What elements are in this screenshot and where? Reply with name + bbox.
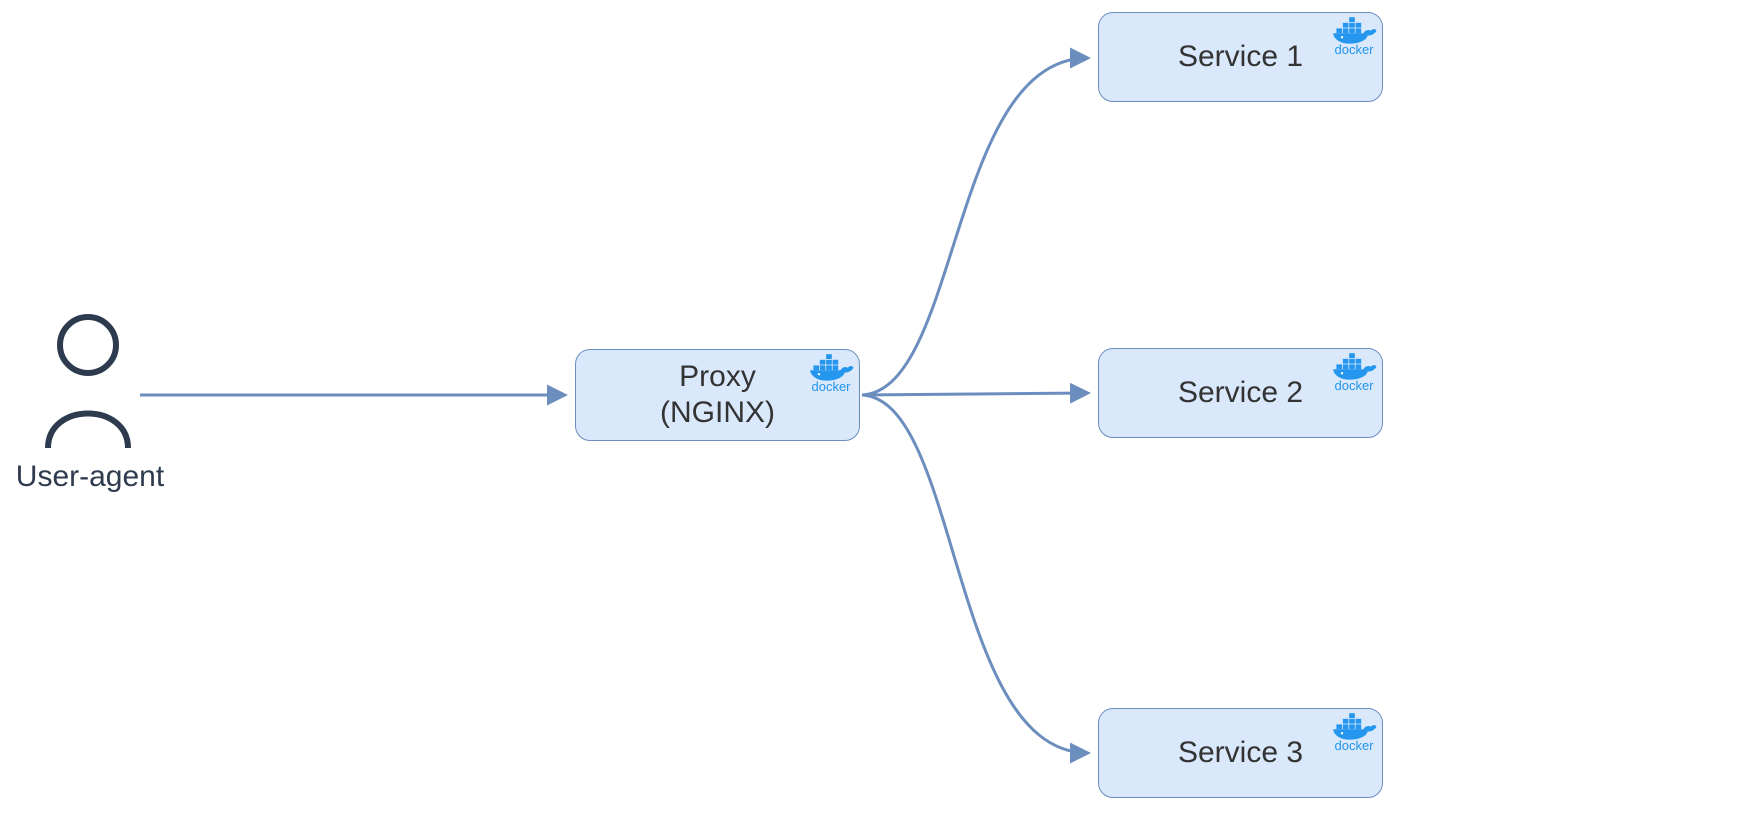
docker-icon: docker — [1330, 711, 1378, 752]
arrow-proxy-to-service3 — [862, 395, 1088, 753]
user-agent-label: User-agent — [10, 460, 170, 494]
docker-icon: docker — [807, 352, 855, 393]
docker-label: docker — [811, 380, 850, 393]
service1-label: Service 1 — [1178, 39, 1303, 75]
proxy-label-line2: (NGINX) — [660, 395, 775, 431]
proxy-label-line1: Proxy — [660, 359, 775, 395]
docker-label: docker — [1334, 739, 1373, 752]
docker-icon: docker — [1330, 15, 1378, 56]
docker-label: docker — [1334, 379, 1373, 392]
docker-label: docker — [1334, 43, 1373, 56]
service1-node: Service 1 docker — [1098, 12, 1383, 102]
service2-label: Service 2 — [1178, 375, 1303, 411]
docker-icon: docker — [1330, 351, 1378, 392]
diagram-canvas: User-agent Proxy (NGINX) — [0, 0, 1744, 824]
arrows-layer — [0, 0, 1744, 824]
service3-label: Service 3 — [1178, 735, 1303, 771]
service3-node: Service 3 docker — [1098, 708, 1383, 798]
service2-node: Service 2 docker — [1098, 348, 1383, 438]
arrow-proxy-to-service2 — [862, 393, 1088, 395]
arrow-proxy-to-service1 — [862, 58, 1088, 395]
user-icon — [38, 310, 138, 450]
proxy-node: Proxy (NGINX) docker — [575, 349, 860, 441]
